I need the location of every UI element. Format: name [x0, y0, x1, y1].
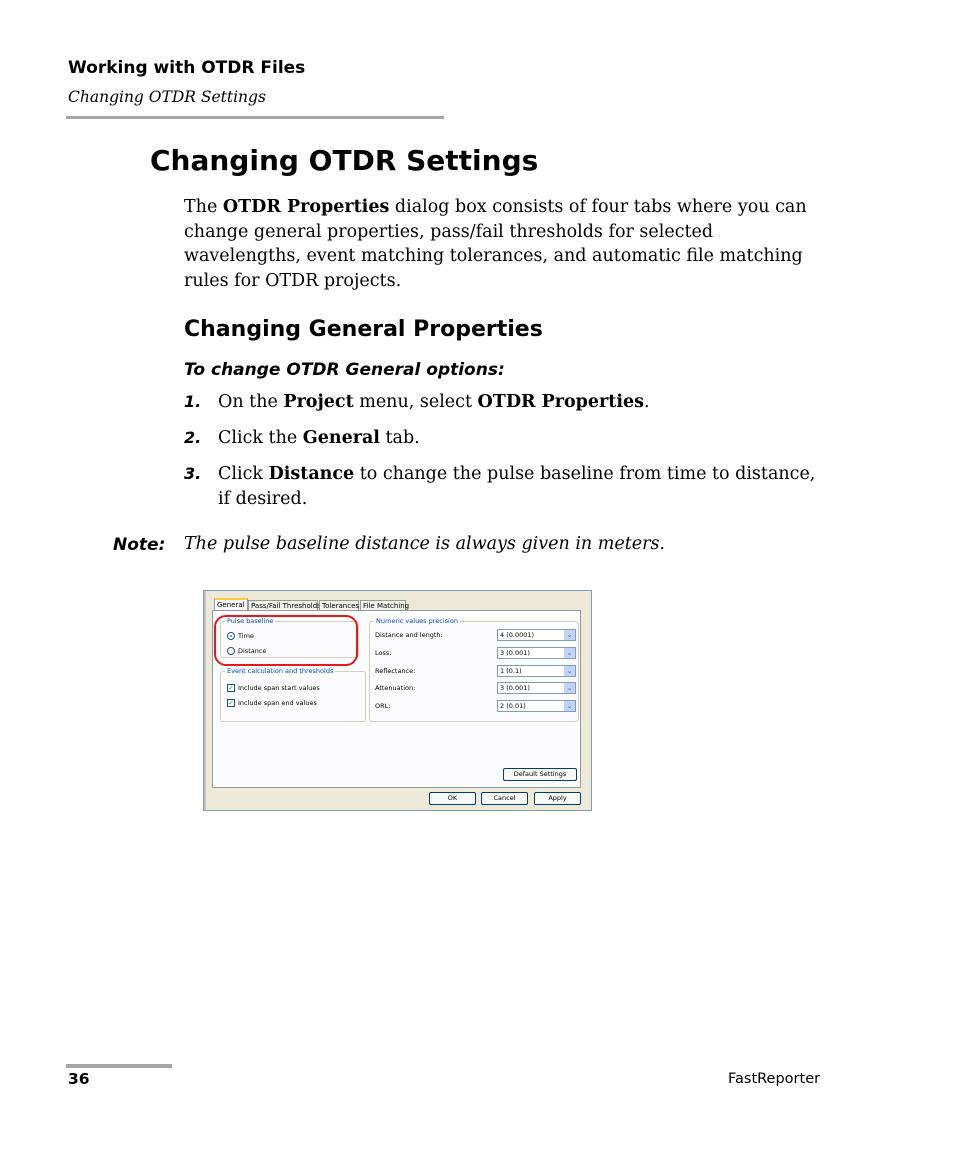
row-label: Reflectance: [375, 667, 416, 675]
ok-button[interactable]: OK [429, 792, 476, 805]
row-label: Distance and length: [375, 631, 443, 639]
default-settings-button[interactable]: Default Settings [503, 768, 577, 781]
pulse-baseline-highlight [214, 615, 358, 666]
step-text: On the Project menu, select OTDR Propert… [218, 390, 818, 415]
row-label: Attenuation: [375, 684, 416, 692]
note-text: The pulse baseline distance is always gi… [184, 534, 665, 554]
header-divider [66, 116, 444, 119]
page-title: Changing OTDR Settings [150, 144, 539, 177]
chevron-down-icon[interactable]: ⌄ [564, 630, 575, 640]
tab-pass-fail-thresholds[interactable]: Pass/Fail Thresholds [248, 600, 321, 610]
checkbox-span-start-label: Include span start values [238, 684, 320, 692]
intro-text-pre: The [184, 197, 223, 217]
step-text-part: menu, select [353, 392, 478, 412]
checkbox-span-end[interactable]: ✓ [227, 699, 235, 707]
step-text-part: Click the [218, 428, 303, 448]
event-calculation-group: Event calculation and thresholds ✓ Inclu… [220, 667, 366, 722]
step-number: 2. [184, 428, 202, 447]
tab-file-matching[interactable]: File Matching [360, 600, 409, 610]
cancel-button[interactable]: Cancel [481, 792, 528, 805]
attenuation-precision-select[interactable]: 3 (0.001) ⌄ [497, 682, 576, 694]
step-text-bold: Distance [268, 464, 355, 484]
step-number: 1. [184, 392, 202, 411]
checkbox-span-start[interactable]: ✓ [227, 684, 235, 692]
step-3: 3. Click Distance to change the pulse ba… [184, 462, 815, 512]
step-text-part: tab. [379, 428, 420, 448]
procedure-heading: To change OTDR General options: [184, 360, 505, 380]
product-name: FastReporter [728, 1071, 821, 1087]
tab-tolerances[interactable]: Tolerances [319, 600, 359, 610]
running-header-section: Changing OTDR Settings [68, 88, 266, 106]
chevron-down-icon[interactable]: ⌄ [564, 648, 575, 658]
combo-value: 4 (0.0001) [500, 631, 535, 639]
note-label: Note: [113, 535, 166, 555]
page-number: 36 [68, 1070, 90, 1088]
step-text-part: On the [218, 392, 284, 412]
step-text-bold: General [302, 428, 380, 448]
numeric-precision-group: Numeric values precision Distance and le… [369, 617, 579, 722]
event-calculation-title: Event calculation and thresholds [225, 667, 336, 675]
combo-value: 3 (0.001) [500, 684, 530, 692]
step-1: 1. On the Project menu, select OTDR Prop… [184, 390, 814, 415]
step-text-bold: Project [283, 392, 354, 412]
footer-divider [66, 1064, 172, 1068]
step-text-part: . [644, 392, 650, 412]
combo-value: 2 (0.01) [500, 702, 526, 710]
dialog-edge [204, 591, 206, 810]
orl-precision-select[interactable]: 2 (0.01) ⌄ [497, 700, 576, 712]
step-number: 3. [184, 464, 202, 483]
row-label: Loss: [375, 649, 392, 657]
chevron-down-icon[interactable]: ⌄ [564, 701, 575, 711]
step-2: 2. Click the General tab. [184, 426, 814, 451]
section-heading: Changing General Properties [184, 317, 543, 342]
running-header-chapter: Working with OTDR Files [68, 58, 306, 78]
chevron-down-icon[interactable]: ⌄ [564, 683, 575, 693]
step-text-part: Click [218, 464, 269, 484]
combo-value: 1 (0.1) [500, 667, 522, 675]
combo-value: 3 (0.001) [500, 649, 530, 657]
loss-precision-select[interactable]: 3 (0.001) ⌄ [497, 647, 576, 659]
chevron-down-icon[interactable]: ⌄ [564, 666, 575, 676]
intro-text-bold: OTDR Properties [222, 197, 390, 217]
otdr-properties-dialog-screenshot: General Pass/Fail Thresholds Tolerances … [203, 590, 592, 811]
intro-paragraph: The OTDR Properties dialog box consists … [184, 195, 814, 293]
checkbox-span-end-label: Include span end values [238, 699, 317, 707]
step-text: Click Distance to change the pulse basel… [218, 462, 818, 511]
distance-precision-select[interactable]: 4 (0.0001) ⌄ [497, 629, 576, 641]
apply-button[interactable]: Apply [534, 792, 581, 805]
numeric-precision-title: Numeric values precision [374, 617, 460, 625]
step-text-bold: OTDR Properties [477, 392, 644, 412]
reflectance-precision-select[interactable]: 1 (0.1) ⌄ [497, 665, 576, 677]
step-text: Click the General tab. [218, 426, 818, 451]
row-label: ORL: [375, 702, 391, 710]
